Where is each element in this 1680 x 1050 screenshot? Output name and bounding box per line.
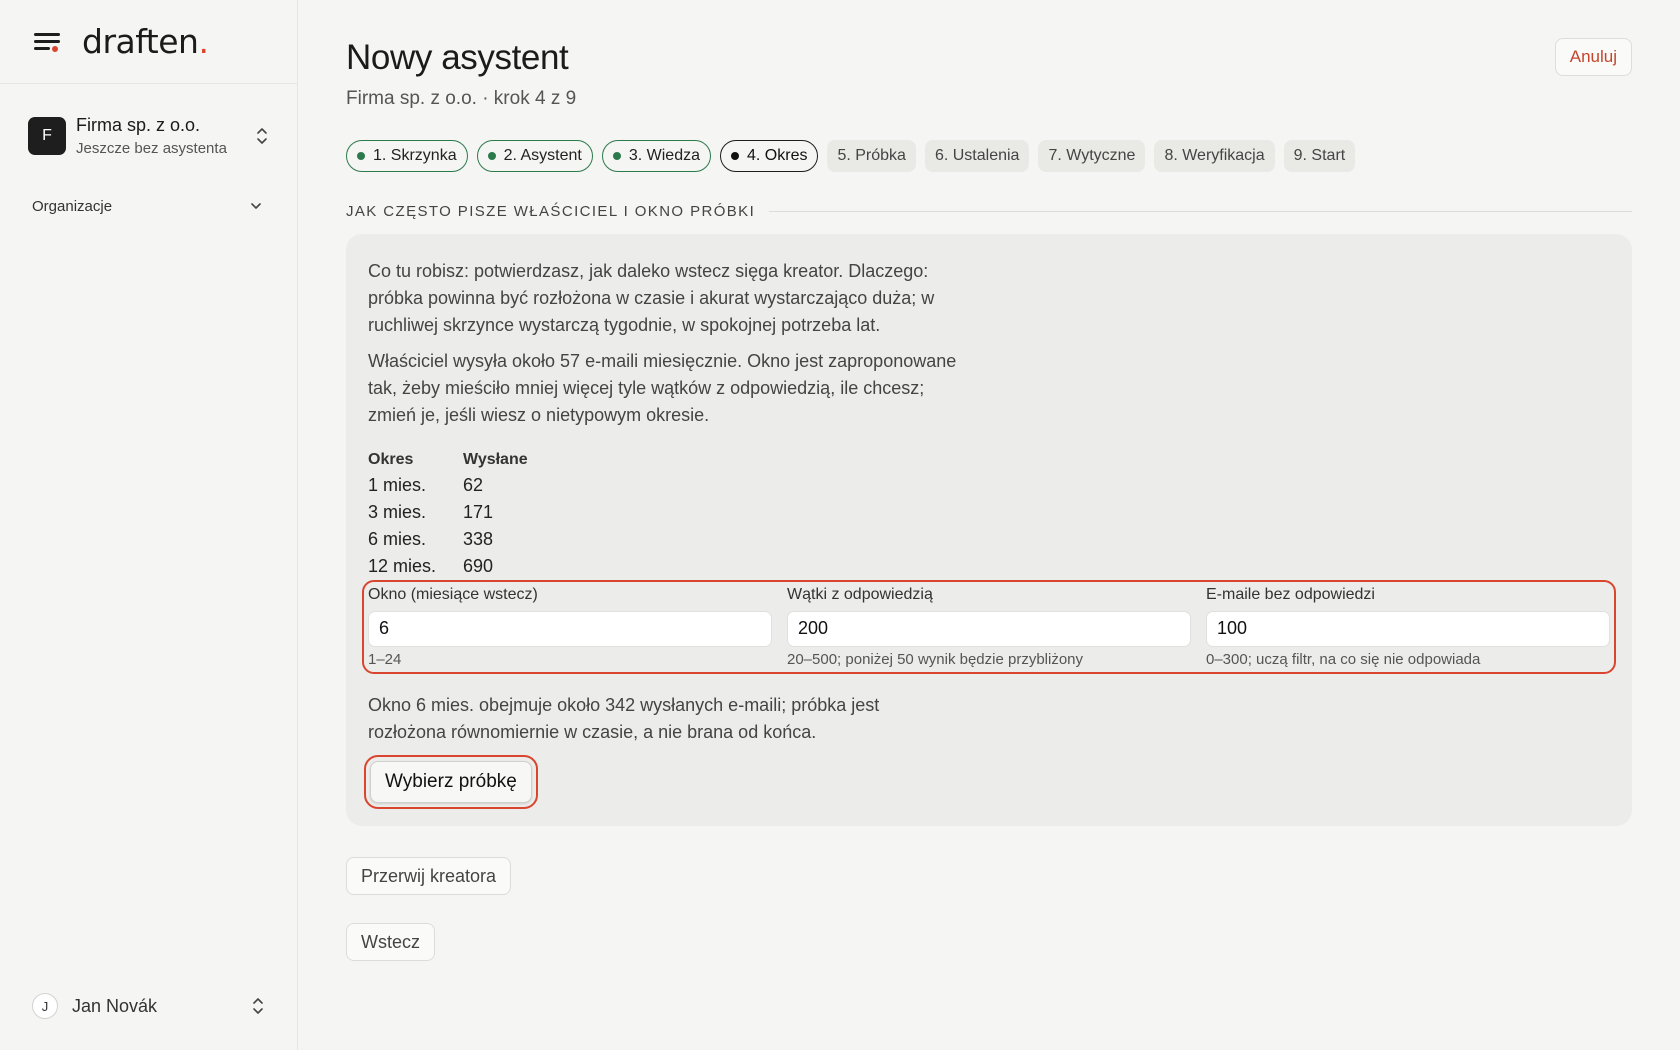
step-label: 9. Start <box>1293 147 1346 164</box>
window-hint: 1–24 <box>368 651 402 668</box>
step-start: 9. Start <box>1283 140 1356 172</box>
step-assistant[interactable]: 2. Asystent <box>476 140 593 172</box>
organization-text: Firma sp. z o.o. Jeszcze bez asystenta <box>76 115 245 157</box>
chevron-up-down-icon <box>251 996 265 1016</box>
user-avatar: J <box>32 993 58 1019</box>
abort-wizard-button[interactable]: Przerwij kreatora <box>346 857 512 895</box>
column-header: Wysłane <box>463 451 528 468</box>
menu-icon[interactable] <box>34 31 60 53</box>
period-cell: 1 mies. <box>368 475 427 495</box>
explanation-text: Właściciel wysyła około 57 e-maili miesi… <box>368 351 957 425</box>
step-period[interactable]: 4. Okres <box>720 140 819 172</box>
sent-cell: 62 <box>463 475 484 495</box>
replied-threads-hint: 20–500; poniżej 50 wynik będzie przybliż… <box>787 651 1084 668</box>
check-dot-icon <box>357 152 365 160</box>
table-row: 1 mies. 62 <box>368 472 528 499</box>
sidebar: draften. F Firma sp. z o.o. Jeszcze bez … <box>0 0 298 1050</box>
choose-sample-button[interactable]: Wybierz próbkę <box>364 755 538 809</box>
window-months-input[interactable] <box>368 610 772 647</box>
step-label: 7. Wytyczne <box>1048 147 1136 164</box>
step-label: 6. Ustalenia <box>934 147 1020 164</box>
table-row: 3 mies. 171 <box>368 499 528 526</box>
intro-text: Co tu robisz: potwierdzasz, jak daleko w… <box>368 261 935 335</box>
period-cell: 12 mies. <box>368 556 437 576</box>
period-card: Co tu robisz: potwierdzasz, jak daleko w… <box>346 234 1632 826</box>
step-label: 2. Asystent <box>503 147 582 164</box>
organization-name: Firma sp. z o.o. <box>76 115 201 135</box>
nav-group-organizations[interactable]: Organizacje <box>0 188 297 224</box>
cancel-button[interactable]: Anuluj <box>1554 38 1632 76</box>
user-name: Jan Novák <box>72 995 158 1016</box>
window-summary-note: Okno 6 mies. obejmuje około 342 wysłanyc… <box>368 695 880 742</box>
step-label: 1. Skrzynka <box>373 147 457 164</box>
logo[interactable]: draften. <box>82 22 209 61</box>
chevron-down-icon <box>251 203 261 209</box>
step-settings: 6. Ustalenia <box>924 140 1030 172</box>
sample-settings-fields: Okno (miesiące wstecz) 1–24 Wątki z odpo… <box>362 580 1616 674</box>
table-row: 6 mies. 338 <box>368 526 528 553</box>
step-label: 4. Okres <box>747 147 808 164</box>
page-title: Nowy asystent <box>346 38 569 77</box>
table-header-row: Okres Wysłane <box>368 451 528 472</box>
sent-stats-table: Okres Wysłane 1 mies. 62 3 mies. 171 6 mie… <box>368 451 528 580</box>
check-dot-icon <box>612 152 621 160</box>
brand-bar: draften. <box>0 0 297 84</box>
user-menu[interactable]: J Jan Novák <box>32 982 265 1030</box>
step-label: 8. Weryfikacja <box>1164 147 1265 164</box>
unreplied-emails-field: E-maile bez odpowiedzi 0–300; uczą filtr… <box>1206 586 1610 668</box>
wizard-steps: 1. Skrzynka 2. Asystent 3. Wiedza 4. Okr… <box>346 140 1356 172</box>
step-label: 3. Wiedza <box>628 147 700 164</box>
page-subtitle: Firma sp. z o.o. · krok 4 z 9 <box>346 88 577 109</box>
section-heading: JAK CZĘSTO PISZE WŁAŚCICIEL I OKNO PRÓBK… <box>346 203 1632 220</box>
window-label: Okno (miesiące wstecz) <box>368 586 538 603</box>
step-verification: 8. Weryfikacja <box>1154 140 1275 172</box>
period-cell: 6 mies. <box>368 529 427 549</box>
sent-cell: 690 <box>463 556 494 576</box>
table-row: 12 mies. 690 <box>368 553 528 580</box>
current-dot-icon <box>731 152 739 160</box>
step-mailbox[interactable]: 1. Skrzynka <box>346 140 468 172</box>
step-knowledge[interactable]: 3. Wiedza <box>601 140 711 172</box>
replied-threads-label: Wątki z odpowiedzią <box>787 586 933 603</box>
step-guidelines: 7. Wytyczne <box>1038 140 1146 172</box>
back-button[interactable]: Wstecz <box>346 923 436 961</box>
period-cell: 3 mies. <box>368 502 427 522</box>
step-label: 5. Próbka <box>837 147 906 164</box>
check-dot-icon <box>487 152 496 160</box>
unreplied-emails-label: E-maile bez odpowiedzi <box>1206 586 1375 603</box>
column-header: Okres <box>368 451 414 468</box>
unreplied-emails-hint: 0–300; uczą filtr, na co się nie odpowia… <box>1206 651 1481 668</box>
window-field: Okno (miesiące wstecz) 1–24 <box>368 586 772 668</box>
chevron-up-down-icon <box>255 126 269 146</box>
divider <box>769 211 1632 212</box>
sent-cell: 171 <box>463 502 494 522</box>
nav-group-label: Organizacje <box>32 197 113 215</box>
organization-status: Jeszcze bez asystenta <box>76 140 227 157</box>
replied-threads-field: Wątki z odpowiedzią 20–500; poniżej 50 w… <box>787 586 1191 668</box>
section-heading-text: JAK CZĘSTO PISZE WŁAŚCICIEL I OKNO PRÓBK… <box>346 203 756 220</box>
step-sample: 5. Próbka <box>827 140 916 172</box>
organization-avatar: F <box>28 117 66 155</box>
sent-cell: 338 <box>463 529 494 549</box>
organization-switcher[interactable]: F Firma sp. z o.o. Jeszcze bez asystenta <box>0 84 297 188</box>
replied-threads-input[interactable] <box>787 610 1191 647</box>
unreplied-emails-input[interactable] <box>1206 610 1610 647</box>
